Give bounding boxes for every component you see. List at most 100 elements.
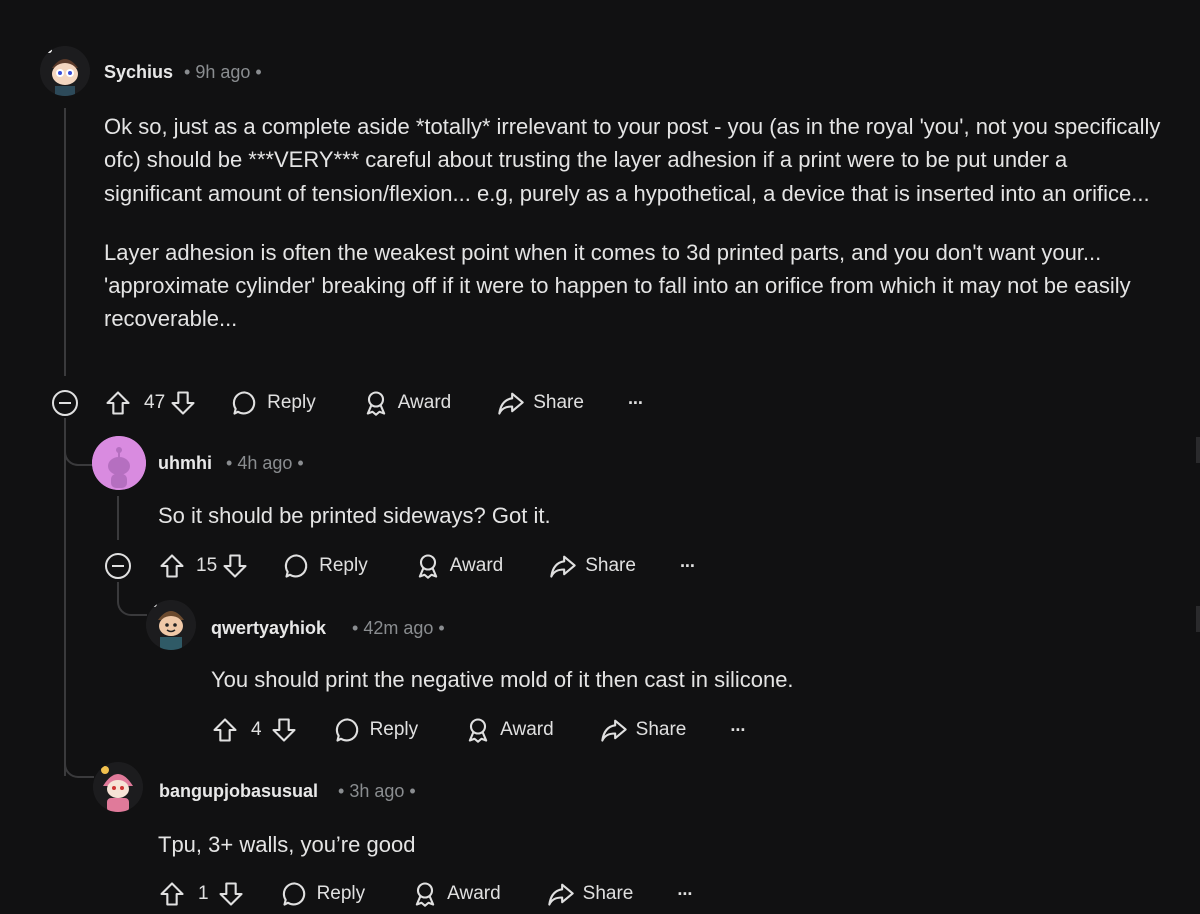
- share-button[interactable]: Share: [547, 880, 634, 908]
- comment-body: You should print the negative mold of it…: [211, 663, 1161, 696]
- username[interactable]: Sychius: [104, 62, 173, 83]
- comment-meta: • 42m ago •: [352, 618, 445, 639]
- separator-dot: •: [250, 62, 262, 82]
- award-button[interactable]: Award: [362, 389, 451, 417]
- share-icon: [547, 883, 574, 906]
- snoo-avatar-icon: [146, 600, 196, 650]
- comment-actions: 4 Reply Award Share ···: [211, 713, 746, 747]
- reply-button[interactable]: Reply: [281, 880, 366, 908]
- award-icon: [418, 554, 437, 579]
- comment-actions: 15 Reply Award Share ···: [158, 549, 696, 583]
- username[interactable]: uhmhi: [158, 453, 212, 474]
- award-label: Award: [447, 883, 501, 904]
- downvote-button[interactable]: [221, 552, 249, 580]
- share-label: Share: [585, 555, 636, 576]
- upvote-icon: [160, 554, 184, 578]
- award-button[interactable]: Award: [411, 880, 501, 908]
- downvote-icon: [272, 718, 296, 742]
- collapse-button[interactable]: [51, 389, 79, 422]
- timestamp[interactable]: 4h ago: [237, 453, 292, 473]
- thread-line-2[interactable]: [117, 496, 119, 540]
- avatar[interactable]: [146, 600, 196, 650]
- thread-line-1[interactable]: [64, 108, 66, 376]
- username[interactable]: bangupjobasusual: [159, 781, 318, 802]
- vote-count: 1: [198, 883, 209, 904]
- share-button[interactable]: Share: [497, 389, 584, 417]
- share-label: Share: [635, 719, 687, 740]
- downvote-button[interactable]: [270, 716, 298, 744]
- separator-dot: •: [226, 453, 238, 473]
- share-label: Share: [582, 883, 634, 904]
- separator-dot: •: [292, 453, 304, 473]
- vote-count: 15: [196, 555, 218, 576]
- more-options-button[interactable]: ···: [677, 883, 693, 905]
- collapse-button[interactable]: [104, 552, 132, 585]
- downvote-icon: [171, 391, 195, 415]
- separator-dot: •: [433, 618, 445, 638]
- more-options-button[interactable]: ···: [679, 555, 696, 577]
- timestamp[interactable]: 42m ago: [363, 618, 433, 638]
- upvote-button[interactable]: [211, 716, 239, 744]
- upvote-icon: [213, 718, 237, 742]
- comment-meta: • 3h ago •: [338, 781, 416, 802]
- reply-label: Reply: [319, 555, 368, 576]
- comment-paragraph: Tpu, 3+ walls, you’re good: [158, 832, 416, 857]
- award-button[interactable]: Award: [414, 552, 504, 580]
- upvote-button[interactable]: [158, 880, 186, 908]
- snoo-avatar-icon: [93, 762, 143, 812]
- award-icon: [468, 718, 488, 743]
- share-button[interactable]: Share: [549, 552, 636, 580]
- award-icon: [366, 391, 385, 416]
- comment-meta: • 9h ago •: [184, 62, 262, 83]
- award-icon: [415, 882, 435, 907]
- comment-paragraph: Layer adhesion is often the weakest poin…: [104, 239, 1131, 332]
- share-label: Share: [533, 392, 584, 413]
- reply-button[interactable]: Reply: [283, 552, 368, 580]
- reply-button[interactable]: Reply: [334, 716, 419, 744]
- comment-paragraph: You should print the negative mold of it…: [211, 667, 794, 692]
- comment-icon: [285, 554, 308, 578]
- minus-circle-icon: [52, 390, 78, 416]
- snoo-avatar-icon: [40, 46, 90, 96]
- avatar[interactable]: [93, 762, 143, 812]
- scroll-edge-2: [1196, 606, 1200, 632]
- comment-icon: [282, 882, 305, 906]
- upvote-button[interactable]: [104, 389, 132, 417]
- thread-line-1b[interactable]: [64, 418, 66, 776]
- comment-paragraph: So it should be printed sideways? Got it…: [158, 503, 551, 528]
- more-icon: ···: [677, 883, 693, 904]
- avatar[interactable]: [92, 436, 146, 490]
- comment-meta: • 4h ago •: [226, 453, 304, 474]
- thread-connector-uhmhi-curve: [64, 440, 92, 466]
- timestamp[interactable]: 9h ago: [195, 62, 250, 82]
- more-options-button[interactable]: ···: [627, 392, 644, 414]
- thread-connector-bangup-curve: [64, 752, 94, 778]
- username[interactable]: qwertyayhiok: [211, 618, 326, 639]
- comment-actions: 1 Reply Award Share ···: [158, 877, 693, 911]
- vote-count: 47: [144, 392, 166, 413]
- more-icon: ···: [679, 555, 696, 576]
- award-label: Award: [449, 555, 504, 576]
- share-button[interactable]: Share: [600, 716, 687, 744]
- comment-body: So it should be printed sideways? Got it…: [158, 499, 1138, 532]
- reply-label: Reply: [369, 719, 419, 740]
- reply-button[interactable]: Reply: [231, 389, 316, 417]
- timestamp[interactable]: 3h ago: [349, 781, 404, 801]
- comment-icon: [335, 718, 358, 742]
- downvote-button[interactable]: [217, 880, 245, 908]
- scroll-edge-1: [1196, 437, 1200, 463]
- more-icon: ···: [627, 392, 644, 413]
- reply-label: Reply: [316, 883, 366, 904]
- downvote-button[interactable]: [169, 389, 197, 417]
- upvote-icon: [106, 391, 130, 415]
- comment-body: Tpu, 3+ walls, you’re good: [158, 828, 1138, 861]
- share-icon: [600, 719, 627, 742]
- upvote-button[interactable]: [158, 552, 186, 580]
- comment-icon: [233, 391, 256, 415]
- comment-paragraph: Ok so, just as a complete aside *totally…: [104, 114, 1161, 206]
- avatar[interactable]: [40, 46, 90, 96]
- thread-connector-qwerty-curve: [117, 582, 147, 616]
- more-options-button[interactable]: ···: [730, 720, 746, 741]
- award-button[interactable]: Award: [464, 716, 554, 744]
- downvote-icon: [223, 554, 247, 578]
